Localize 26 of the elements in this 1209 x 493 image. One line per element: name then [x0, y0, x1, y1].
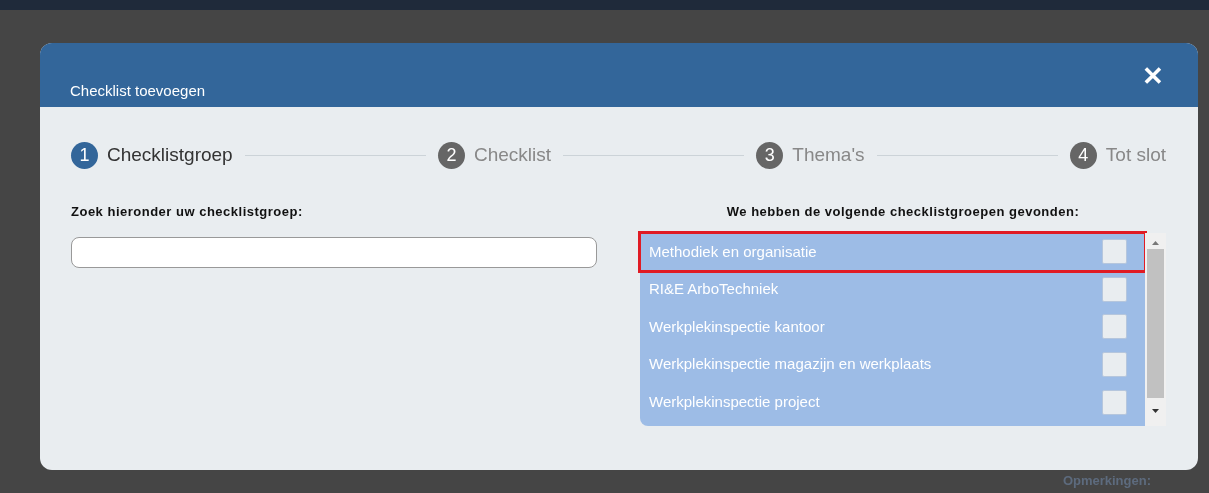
checkbox[interactable] — [1102, 239, 1127, 265]
step-number[interactable]: 3 — [756, 141, 784, 169]
close-button[interactable]: ✕ — [1138, 61, 1168, 91]
results-heading: We hebben de volgende checklistgroepen gevonden: — [725, 202, 1081, 221]
checkbox[interactable] — [1102, 276, 1127, 302]
list-item[interactable]: Werkplekinspectie project — [640, 383, 1145, 421]
step-label[interactable]: Checklistgroep — [107, 141, 233, 170]
background-label: Opmerkingen: — [1062, 473, 1151, 488]
step-number[interactable]: 4 — [1069, 141, 1097, 169]
checkbox[interactable] — [1102, 314, 1127, 340]
step-number[interactable]: 1 — [71, 141, 98, 169]
step-label[interactable]: Tot slot — [1105, 141, 1166, 170]
list-item[interactable]: Werkplekinspectie magazijn en werkplaats — [640, 345, 1145, 384]
step-label[interactable]: Checklist — [473, 141, 551, 170]
checkbox[interactable] — [1102, 389, 1127, 415]
search-field[interactable] — [71, 237, 597, 268]
dialog-title: Checklist toevoegen — [70, 81, 206, 101]
search-label: Zoek hieronder uw checklistgroep: — [71, 202, 304, 221]
list-item[interactable]: Methodiek en organisatie — [640, 233, 1145, 271]
step-label[interactable]: Thema's — [792, 141, 865, 170]
checkbox[interactable] — [1102, 352, 1127, 378]
list-item[interactable]: RI&E ArboTechniek — [640, 270, 1145, 309]
list-item[interactable]: Werkplekinspectie kantoor — [640, 308, 1145, 346]
scrollbar[interactable] — [1145, 233, 1166, 426]
scroll-thumb[interactable] — [1147, 249, 1164, 398]
step-number[interactable]: 2 — [437, 141, 465, 169]
